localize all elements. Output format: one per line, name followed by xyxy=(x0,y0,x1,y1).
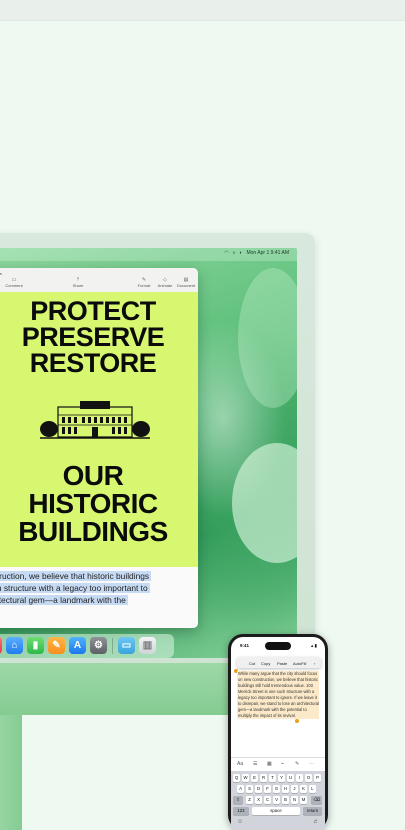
phone-keyboard: Q W E R T Y U I O P A S D F G H J K L ⇧ … xyxy=(231,771,325,830)
imac-screen: ◠ ⌕ ◐ Mon Apr 1 9:41 AM ation ▭ Comment … xyxy=(0,248,297,658)
key-t[interactable]: T xyxy=(269,774,276,782)
emoji-icon[interactable]: ☺ xyxy=(237,819,243,825)
key-g[interactable]: G xyxy=(273,785,280,793)
document-toolbar: ation ▭ Comment ⇡ Share ✎ Format ◇ Anima… xyxy=(0,268,198,293)
key-q[interactable]: Q xyxy=(233,774,240,782)
key-o[interactable]: O xyxy=(305,774,312,782)
list-icon[interactable]: ☰ xyxy=(253,761,257,767)
keynote-icon[interactable]: ⌂ xyxy=(6,637,23,654)
key-p[interactable]: P xyxy=(314,774,321,782)
dock-divider xyxy=(112,638,113,654)
key-x[interactable]: X xyxy=(255,796,262,804)
document-title: ation xyxy=(0,271,2,276)
key-c[interactable]: C xyxy=(264,796,271,804)
wallpaper-shape xyxy=(238,268,297,408)
key-r[interactable]: R xyxy=(260,774,267,782)
phone-text-line: multiply the impact of its revival. xyxy=(238,713,296,718)
key-v[interactable]: V xyxy=(273,796,280,804)
key-b[interactable]: B xyxy=(282,796,289,804)
key-w[interactable]: W xyxy=(242,774,249,782)
edit-menu: Cut Copy Paste AutoFill › xyxy=(237,657,321,668)
delete-key[interactable]: ⌫ xyxy=(311,796,322,804)
key-e[interactable]: E xyxy=(251,774,258,782)
selection-handle-end[interactable] xyxy=(295,719,299,723)
search-icon[interactable]: ⌕ xyxy=(233,250,236,256)
key-m[interactable]: M xyxy=(300,796,307,804)
selected-text-line[interactable]: uch structure with a legacy too importan… xyxy=(0,583,150,593)
historic-building-illustration xyxy=(40,401,150,439)
poster-subhead-2: HISTORIC xyxy=(28,488,158,519)
poster-subhead-3: BUILDINGS xyxy=(18,516,168,547)
menu-bar: ◠ ⌕ ◐ Mon Apr 1 9:41 AM xyxy=(0,248,297,261)
control-center-icon[interactable]: ◐ xyxy=(239,250,242,256)
return-key[interactable]: return xyxy=(303,807,322,815)
space-key[interactable]: space xyxy=(252,807,300,815)
toolbar-document[interactable]: ▤ Document xyxy=(174,277,198,288)
top-band xyxy=(0,0,405,21)
key-d[interactable]: D xyxy=(255,785,262,793)
iphone-screen: 9:41 ▴ ▮ Cut Copy Paste AutoFill › While… xyxy=(231,637,325,830)
more-icon[interactable]: ⋯ xyxy=(309,761,314,767)
table-icon[interactable]: ▦ xyxy=(267,761,272,767)
poster-subhead-1: OUR xyxy=(62,460,124,491)
edit-menu-paste[interactable]: Paste xyxy=(277,661,287,666)
dynamic-island xyxy=(265,642,291,650)
key-n[interactable]: N xyxy=(291,796,298,804)
menubar-clock[interactable]: Mon Apr 1 9:41 AM xyxy=(246,250,289,256)
iphone: 9:41 ▴ ▮ Cut Copy Paste AutoFill › While… xyxy=(228,634,328,830)
toolbar-share[interactable]: ⇡ Share xyxy=(66,277,90,288)
edit-menu-cut[interactable]: Cut xyxy=(249,661,255,666)
key-f[interactable]: F xyxy=(264,785,271,793)
numbers-icon[interactable]: ▮ xyxy=(27,637,44,654)
key-i[interactable]: I xyxy=(296,774,303,782)
attachment-icon[interactable]: ⌁ xyxy=(281,761,284,767)
text-style-button[interactable]: Aa xyxy=(237,761,243,767)
key-k[interactable]: K xyxy=(300,785,307,793)
pages-icon[interactable]: ✎ xyxy=(48,637,65,654)
phone-format-bar: Aa ☰ ▦ ⌁ ✎ ⋯ xyxy=(231,757,325,771)
system-settings-icon[interactable]: ⚙ xyxy=(90,637,107,654)
app-store-icon[interactable]: A xyxy=(69,637,86,654)
imac-stand xyxy=(0,715,22,830)
selected-text-line[interactable]: chitectural gem—a landmark with the xyxy=(0,595,128,605)
chevron-right-icon[interactable]: › xyxy=(314,661,315,666)
key-h[interactable]: H xyxy=(282,785,289,793)
numbers-key[interactable]: 123 xyxy=(233,807,249,815)
microphone-icon[interactable]: ♬ xyxy=(313,819,319,825)
edit-menu-copy[interactable]: Copy xyxy=(261,661,270,666)
phone-time: 9:41 xyxy=(240,643,250,648)
poster-page: PROTECT PRESERVE RESTORE OUR HISTORIC BU… xyxy=(0,292,198,567)
phone-status-icons: ▴ ▮ xyxy=(311,643,317,648)
shift-key[interactable]: ⇧ xyxy=(233,796,243,804)
pen-icon[interactable]: ✎ xyxy=(295,761,299,767)
selected-text-line[interactable]: nstruction, we believe that historic bui… xyxy=(0,571,152,581)
key-j[interactable]: J xyxy=(291,785,298,793)
key-z[interactable]: Z xyxy=(246,796,253,804)
key-y[interactable]: Y xyxy=(278,774,285,782)
key-l[interactable]: L xyxy=(309,785,316,793)
key-a[interactable]: A xyxy=(237,785,244,793)
poster-headline-1: PROTECT xyxy=(30,296,156,326)
music-icon[interactable]: ♪ xyxy=(0,637,2,654)
trash-icon[interactable]: ▥ xyxy=(139,637,156,654)
key-u[interactable]: U xyxy=(287,774,294,782)
edit-menu-autofill[interactable]: AutoFill xyxy=(293,661,306,666)
poster-headline-3: RESTORE xyxy=(29,348,157,378)
wallpaper-shape xyxy=(232,443,297,563)
poster-headline-2: PRESERVE xyxy=(21,322,165,352)
dock: ♪ ⌂ ▮ ✎ A ⚙ ▭ ▥ xyxy=(0,634,174,658)
downloads-folder-icon[interactable]: ▭ xyxy=(118,637,135,654)
document-body-text[interactable]: nstruction, we believe that historic bui… xyxy=(0,567,198,628)
pages-document-window: ation ▭ Comment ⇡ Share ✎ Format ◇ Anima… xyxy=(0,268,198,628)
toolbar-comment[interactable]: ▭ Comment xyxy=(2,277,26,288)
phone-selected-text[interactable]: While many argue that the city should fo… xyxy=(237,671,319,719)
key-s[interactable]: S xyxy=(246,785,253,793)
wifi-icon[interactable]: ◠ xyxy=(224,250,228,256)
